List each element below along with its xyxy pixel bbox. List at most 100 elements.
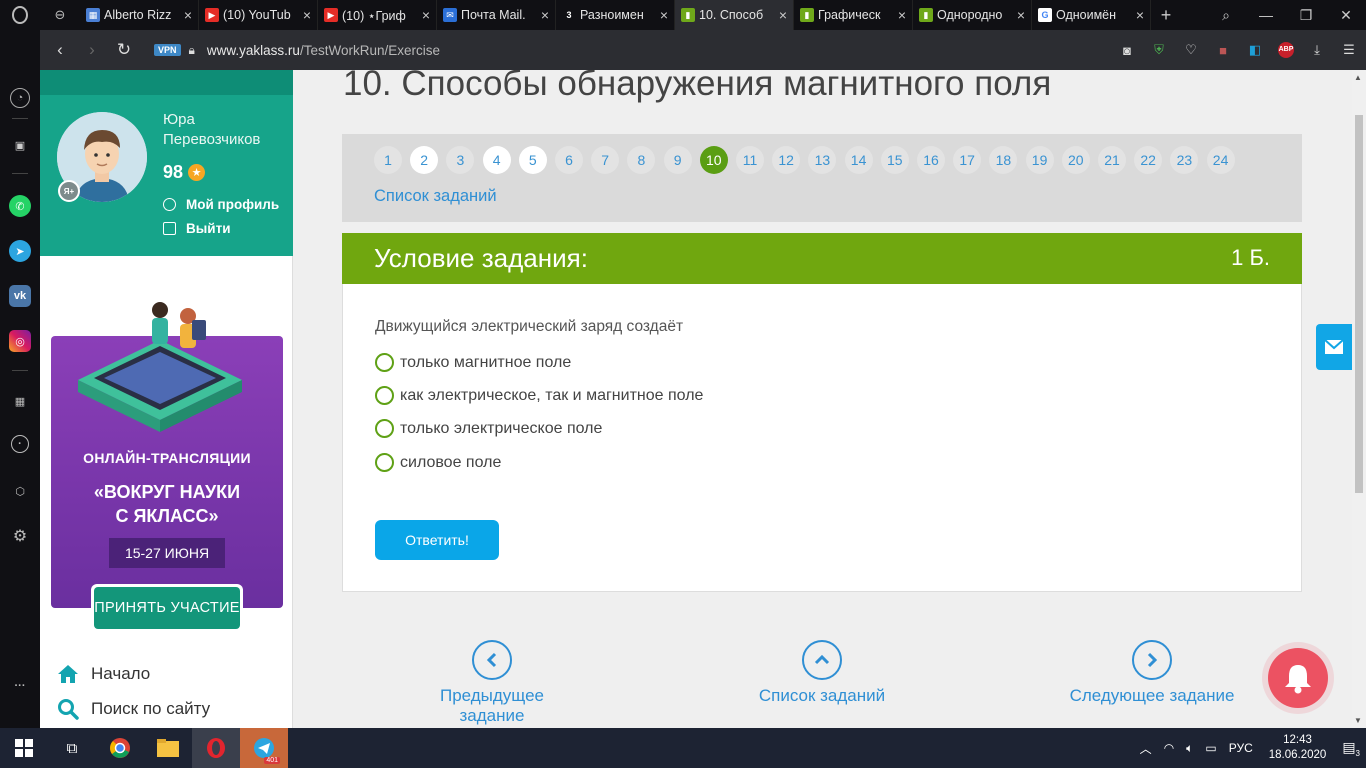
history-icon[interactable]: · [11, 435, 29, 453]
browser-tab[interactable]: ▮ 10. Способ × [675, 0, 794, 30]
back-button[interactable]: ‹ [44, 40, 76, 60]
tab-close-icon[interactable]: × [1136, 7, 1144, 23]
task-number-4[interactable]: 4 [482, 146, 511, 174]
volume-icon[interactable]: 🔈︎ [1186, 741, 1193, 756]
tab-close-icon[interactable]: × [660, 7, 668, 23]
task-view-button[interactable]: ⧉ [48, 728, 96, 768]
task-number-13[interactable]: 13 [808, 146, 837, 174]
tab-close-icon[interactable]: × [422, 7, 430, 23]
close-window-button[interactable]: ✕ [1326, 7, 1366, 24]
tab-close-icon[interactable]: × [779, 7, 787, 23]
task-number-24[interactable]: 24 [1206, 146, 1235, 174]
camera-icon[interactable]: ◙ [1118, 43, 1136, 58]
speed-dial-icon[interactable]: ◔ [10, 88, 30, 108]
task-number-14[interactable]: 14 [844, 146, 873, 174]
twitch-icon[interactable]: ▣ [9, 134, 31, 156]
vpn-badge[interactable]: VPN [154, 44, 181, 56]
shield-icon[interactable]: ⛨ [1150, 42, 1168, 58]
task-number-5[interactable]: 5 [518, 146, 547, 174]
notification-center-icon[interactable]: ▤3 [1342, 739, 1360, 758]
tab-close-icon[interactable]: × [898, 7, 906, 23]
apps-grid-icon[interactable]: ▦ [9, 390, 31, 412]
instagram-icon[interactable]: ◎ [9, 330, 31, 352]
notifications-bell-button[interactable] [1268, 648, 1328, 708]
task-number-3[interactable]: 3 [446, 146, 475, 174]
task-number-17[interactable]: 17 [953, 146, 982, 174]
battery-icon[interactable]: ▭ [1205, 741, 1216, 755]
chrome-taskbar-icon[interactable] [96, 728, 144, 768]
telegram-taskbar-icon[interactable]: 401 [240, 728, 288, 768]
promo-join-button[interactable]: ПРИНЯТЬ УЧАСТИЕ [91, 584, 243, 632]
tab-close-icon[interactable]: × [541, 7, 549, 23]
network-icon[interactable]: ◠ [1164, 741, 1174, 755]
task-number-11[interactable]: 11 [736, 146, 764, 174]
adblock-icon[interactable]: ABP [1278, 42, 1294, 58]
tray-expand-icon[interactable]: ︿ [1140, 740, 1152, 757]
browser-tab[interactable]: ▦ Alberto Rizz × [80, 0, 199, 30]
vk-icon[interactable]: vk [9, 285, 31, 307]
task-number-6[interactable]: 6 [555, 146, 583, 174]
browser-tab[interactable]: ▮ Однородно × [913, 0, 1032, 30]
task-number-15[interactable]: 15 [880, 146, 909, 174]
task-number-20[interactable]: 20 [1061, 146, 1090, 174]
previous-task-link[interactable]: Предыдущее задание [407, 640, 577, 726]
browser-tab[interactable]: ▮ Графическ × [794, 0, 913, 30]
task-number-18[interactable]: 18 [989, 146, 1018, 174]
task-number-7[interactable]: 7 [591, 146, 620, 174]
lock-icon[interactable]: 🔒︎ [189, 43, 195, 58]
new-tab-button[interactable]: + [1151, 5, 1181, 26]
tab-switcher-icon[interactable]: ⊖ [40, 0, 80, 30]
menu-icon[interactable]: ☰ [1340, 42, 1358, 58]
restore-button[interactable]: ❐ [1286, 7, 1326, 24]
explorer-taskbar-icon[interactable] [144, 728, 192, 768]
page-scrollbar[interactable]: ▲ ▼ [1352, 70, 1366, 728]
scrollbar-thumb[interactable] [1355, 115, 1363, 493]
option-3[interactable]: только электрическое поле [375, 419, 602, 438]
start-button[interactable] [0, 728, 48, 768]
browser-tab[interactable]: ▶ (10) ⋆Гриф × [318, 0, 437, 30]
tab-close-icon[interactable]: × [303, 7, 311, 23]
language-indicator[interactable]: РУС [1229, 741, 1253, 755]
browser-tab[interactable]: G Одноимён × [1032, 0, 1151, 30]
my-profile-link[interactable]: Мой профиль [163, 197, 279, 212]
telegram-icon[interactable]: ➤ [9, 240, 31, 262]
opera-menu-icon[interactable] [0, 0, 40, 30]
nav-search[interactable]: Поиск по сайту [56, 697, 210, 721]
search-tabs-icon[interactable]: ⌕ [1206, 7, 1246, 24]
tab-close-icon[interactable]: × [184, 7, 192, 23]
extension-cube-icon[interactable]: ■ [1214, 43, 1232, 58]
radio-button[interactable] [375, 453, 394, 472]
browser-tab[interactable]: ▶ (10) YouTub × [199, 0, 318, 30]
minimize-button[interactable]: — [1246, 7, 1286, 23]
radio-button[interactable] [375, 353, 394, 372]
task-number-12[interactable]: 12 [772, 146, 801, 174]
yaklass-plus-badge[interactable]: Я+ [58, 180, 80, 202]
task-number-9[interactable]: 9 [663, 146, 692, 174]
task-number-2[interactable]: 2 [410, 146, 439, 174]
clock[interactable]: 12:43 18.06.2020 [1269, 733, 1327, 763]
feedback-mail-button[interactable] [1316, 324, 1352, 370]
nav-home[interactable]: Начало [56, 662, 150, 686]
answer-button[interactable]: Ответить! [375, 520, 499, 560]
task-number-8[interactable]: 8 [627, 146, 656, 174]
radio-button[interactable] [375, 386, 394, 405]
task-number-1[interactable]: 1 [374, 146, 402, 174]
url-field[interactable]: www.yaklass.ru/TestWorkRun/Exercise [207, 43, 440, 58]
task-number-21[interactable]: 21 [1098, 146, 1126, 174]
option-4[interactable]: силовое поле [375, 453, 501, 472]
extension-icon[interactable]: ◧ [1246, 42, 1264, 58]
task-number-22[interactable]: 22 [1134, 146, 1163, 174]
forward-button[interactable]: › [76, 40, 108, 60]
cube-icon[interactable]: ⬡ [9, 480, 31, 502]
download-icon[interactable]: ⤓ [1308, 42, 1326, 58]
task-list-link[interactable]: Список заданий [374, 187, 497, 206]
opera-taskbar-icon[interactable] [192, 728, 240, 768]
reload-button[interactable]: ↻ [108, 40, 140, 60]
task-number-19[interactable]: 19 [1025, 146, 1054, 174]
logout-link[interactable]: Выйти [163, 221, 231, 236]
task-number-16[interactable]: 16 [917, 146, 945, 174]
task-list-bottom-link[interactable]: Список заданий [747, 640, 897, 706]
heart-icon[interactable]: ♡ [1182, 42, 1200, 58]
tab-close-icon[interactable]: × [1017, 7, 1025, 23]
more-icon[interactable]: ··· [9, 675, 31, 697]
